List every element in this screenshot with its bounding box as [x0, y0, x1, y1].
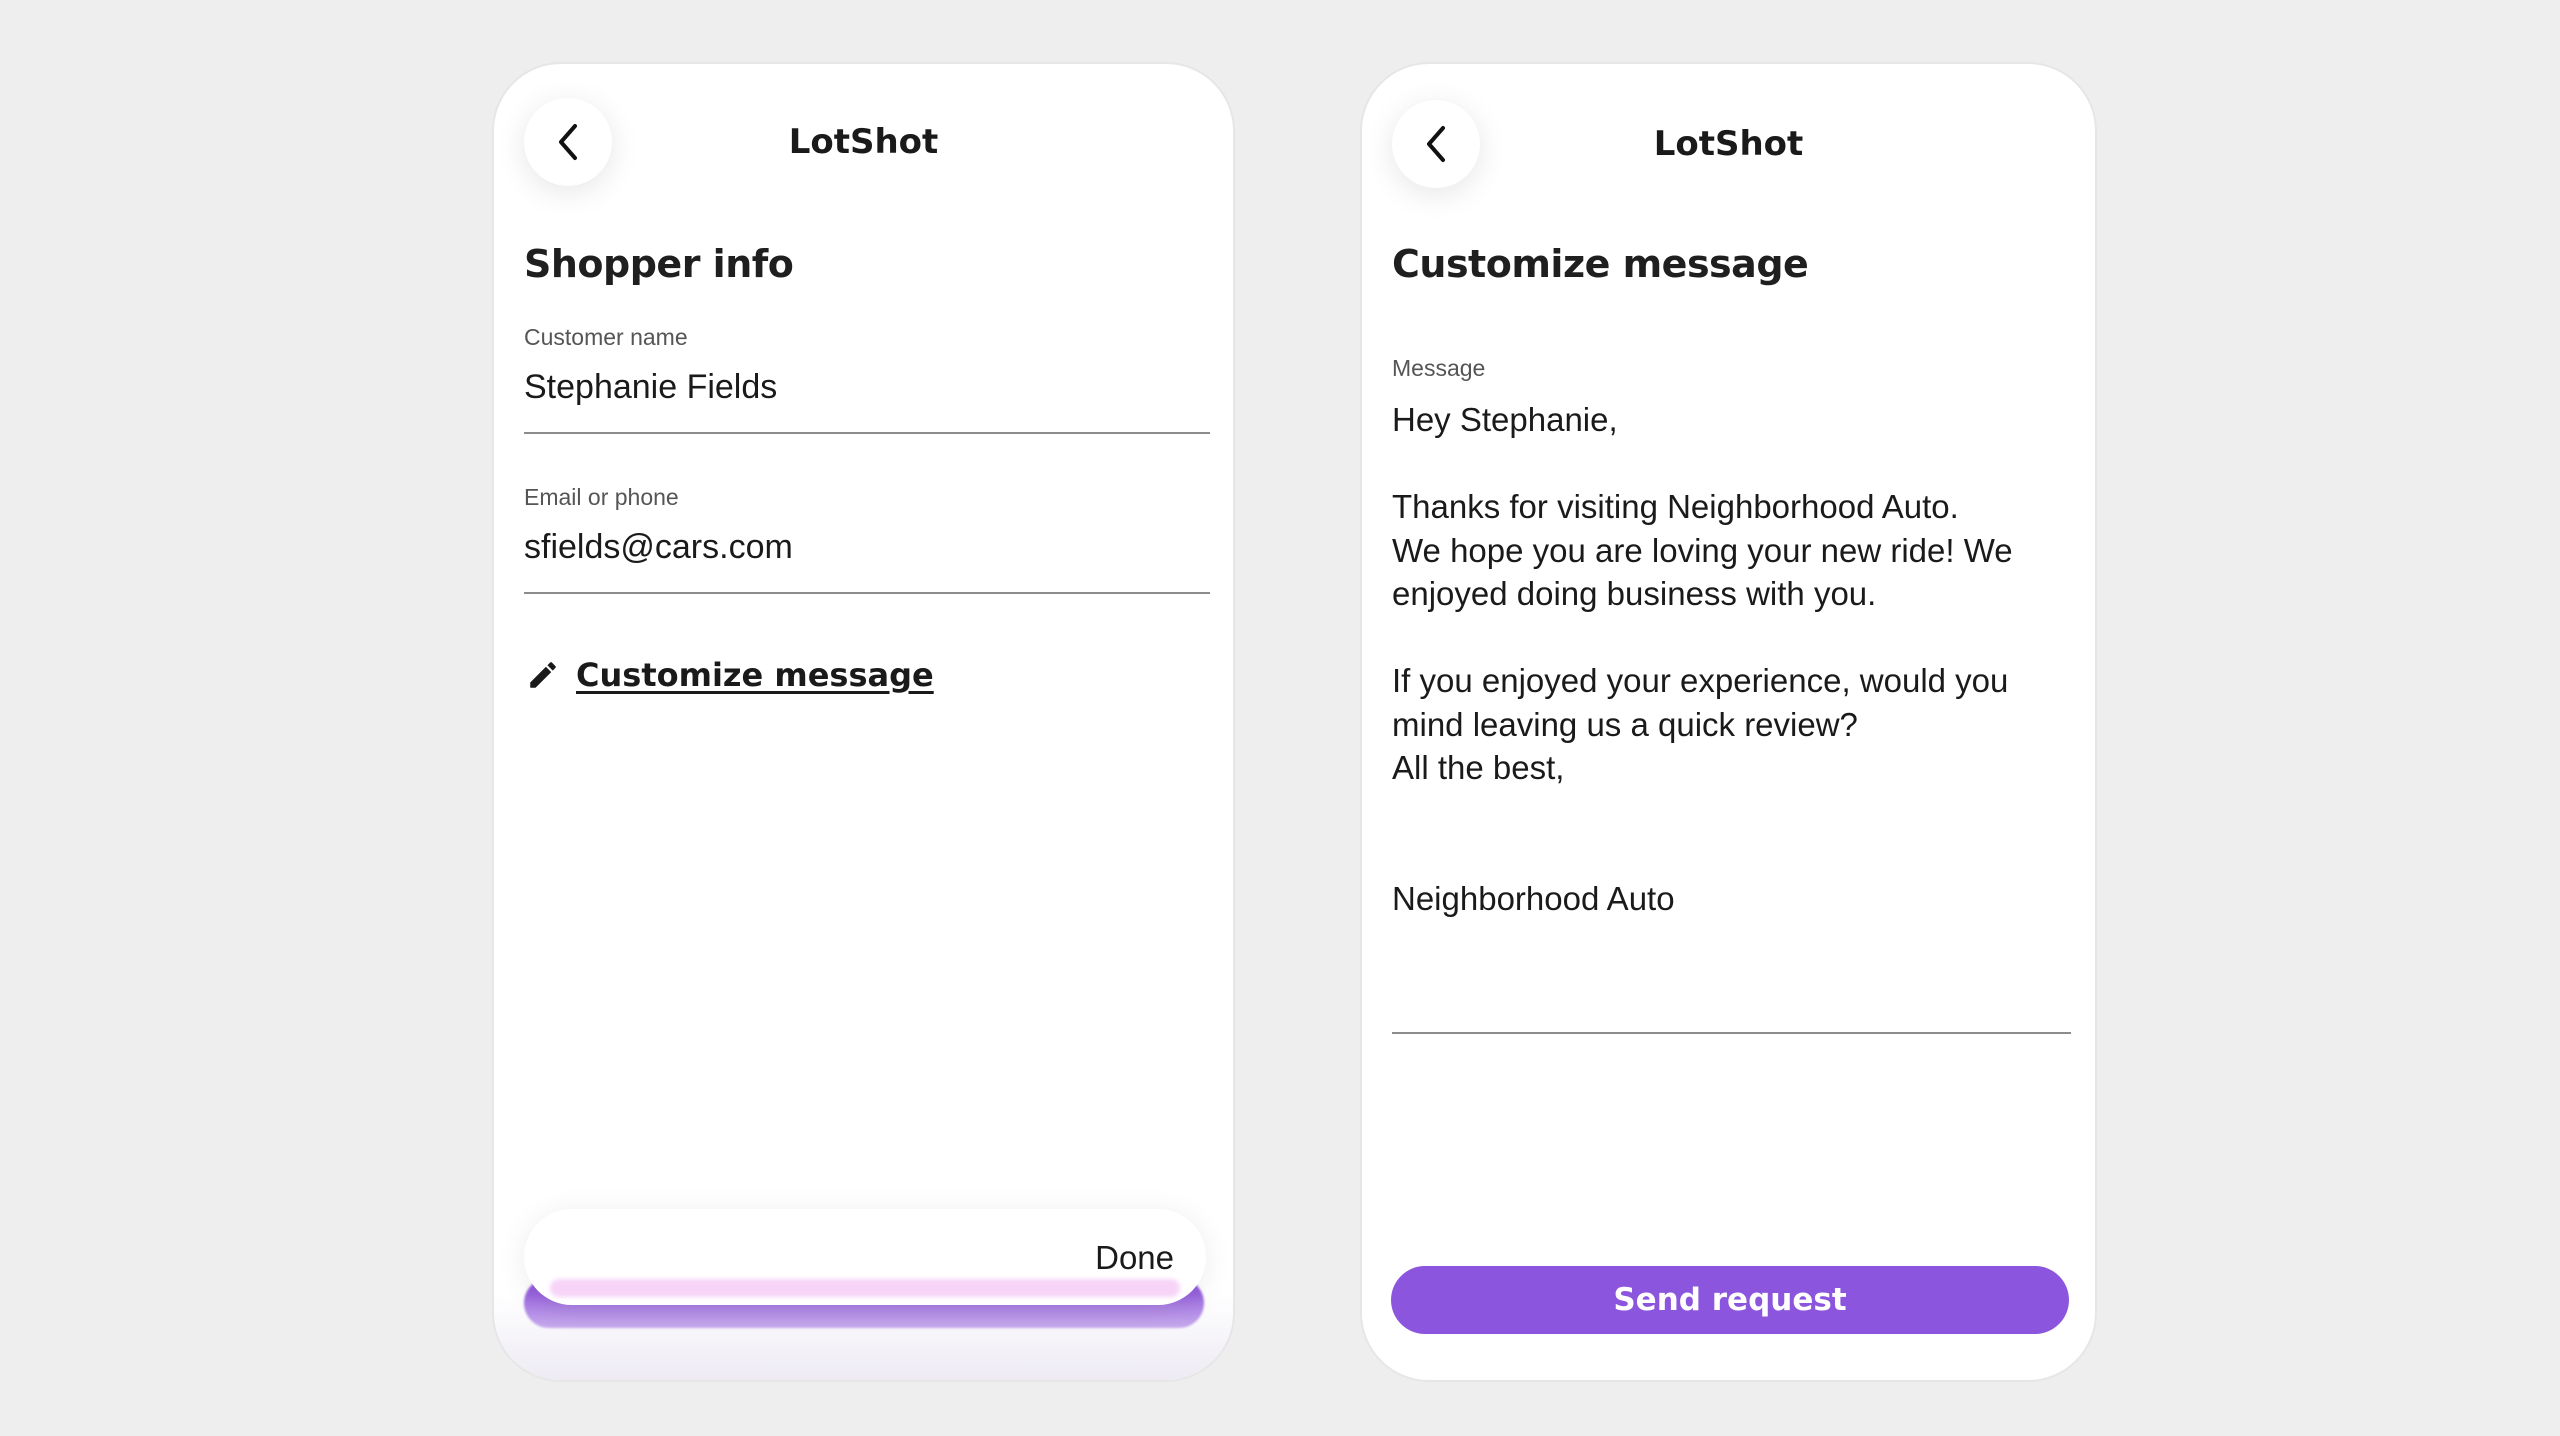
app-title: LotShot — [1653, 124, 1804, 164]
email-or-phone-label: Email or phone — [524, 484, 679, 510]
bottom-haze — [494, 1294, 1233, 1380]
done-button[interactable]: Done — [1095, 1239, 1174, 1277]
page-title: Customize message — [1392, 242, 1809, 286]
email-or-phone-underline — [524, 592, 1210, 594]
send-request-button[interactable]: Send request — [1391, 1266, 2069, 1334]
customize-message-screen: LotShot Customize message Message Hey St… — [1362, 64, 2095, 1380]
customer-name-underline — [524, 432, 1210, 434]
customize-message-label: Customize message — [576, 656, 934, 694]
keyboard-done-bar: Done — [524, 1209, 1206, 1305]
pencil-icon — [530, 662, 556, 688]
customer-name-label: Customer name — [524, 324, 688, 350]
message-signature[interactable]: Neighborhood Auto — [1392, 877, 2072, 921]
app-title: LotShot — [788, 122, 939, 162]
message-greeting[interactable]: Hey Stephanie, — [1392, 398, 2072, 442]
message-underline — [1392, 1032, 2071, 1034]
message-paragraph-thanks[interactable]: Thanks for visiting Neighborhood Auto. W… — [1392, 485, 2072, 616]
message-signoff[interactable]: All the best, — [1392, 746, 2072, 790]
done-bar-glow — [550, 1279, 1180, 1297]
customer-name-field[interactable]: Stephanie Fields — [524, 368, 777, 407]
email-or-phone-field[interactable]: sfields@cars.com — [524, 528, 793, 567]
message-label: Message — [1392, 355, 1486, 381]
page-title: Shopper info — [524, 242, 794, 286]
shopper-info-screen: LotShot Shopper info Customer name Steph… — [494, 64, 1233, 1380]
customize-message-link[interactable]: Customize message — [526, 656, 934, 694]
message-paragraph-review[interactable]: If you enjoyed your experience, would yo… — [1392, 659, 2072, 746]
